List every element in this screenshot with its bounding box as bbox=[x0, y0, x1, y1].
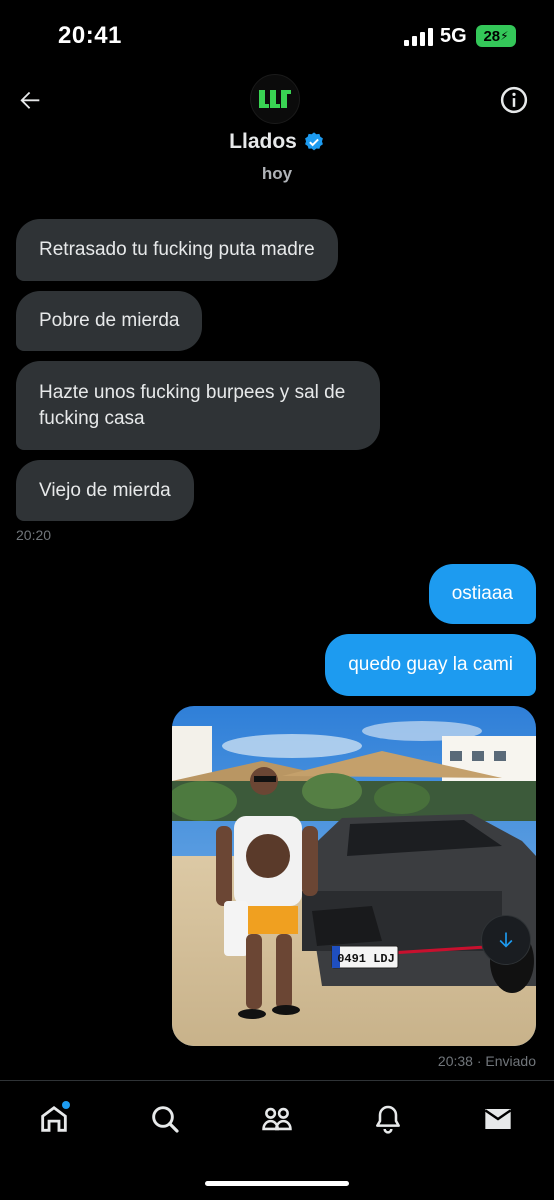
signal-icon bbox=[404, 28, 433, 46]
notification-dot bbox=[62, 1101, 70, 1109]
nav-messages[interactable] bbox=[474, 1097, 522, 1141]
info-button[interactable] bbox=[496, 82, 532, 118]
photo-message[interactable]: 0491 LDJ bbox=[172, 706, 536, 1046]
message-incoming[interactable]: Hazte unos fucking burpees y sal de fuck… bbox=[16, 361, 380, 450]
battery-icon: 28 ⚡ bbox=[476, 25, 516, 47]
message-text: quedo guay la cami bbox=[348, 654, 513, 675]
message-outgoing[interactable]: quedo guay la cami bbox=[325, 634, 536, 696]
conversation-header: Llados hoy bbox=[0, 72, 554, 192]
avatar[interactable] bbox=[250, 74, 300, 124]
network-type: 5G bbox=[440, 25, 467, 47]
nav-communities[interactable] bbox=[253, 1097, 301, 1141]
info-icon bbox=[500, 86, 528, 114]
message-text: Pobre de mierda bbox=[39, 310, 180, 331]
status-bar: 20:41 5G 28 ⚡ bbox=[0, 0, 554, 72]
logo-icon bbox=[259, 90, 291, 108]
arrow-left-icon bbox=[20, 91, 40, 109]
mail-icon bbox=[484, 1109, 512, 1129]
photo-image: 0491 LDJ bbox=[172, 706, 536, 1046]
message-status: 20:38 · Enviado bbox=[437, 1053, 536, 1069]
bell-icon bbox=[376, 1105, 400, 1134]
message-text: ostiaaa bbox=[451, 583, 513, 604]
arrow-down-icon bbox=[499, 932, 513, 948]
contact-name-row: Llados bbox=[0, 130, 554, 154]
message-text: Retrasado tu fucking puta madre bbox=[39, 239, 315, 260]
message-outgoing[interactable]: ostiaaa bbox=[428, 564, 536, 624]
message-incoming[interactable]: Retrasado tu fucking puta madre bbox=[16, 219, 338, 281]
status-time: 20:41 bbox=[58, 22, 122, 49]
verified-badge-icon bbox=[304, 132, 323, 151]
message-text: Viejo de mierda bbox=[39, 479, 171, 501]
scroll-to-bottom-button[interactable] bbox=[481, 915, 531, 965]
contact-name: Llados bbox=[229, 130, 297, 153]
battery-level: 28 bbox=[483, 27, 501, 45]
nav-notifications[interactable] bbox=[364, 1097, 412, 1141]
search-icon bbox=[152, 1106, 179, 1133]
back-button[interactable] bbox=[12, 82, 48, 118]
home-indicator bbox=[205, 1181, 349, 1186]
communities-icon bbox=[262, 1107, 292, 1131]
license-plate: 0491 LDJ bbox=[337, 952, 395, 966]
nav-search[interactable] bbox=[141, 1097, 189, 1141]
nav-home[interactable] bbox=[30, 1097, 78, 1141]
message-incoming[interactable]: Viejo de mierda bbox=[16, 460, 194, 521]
message-incoming[interactable]: Pobre de mierda bbox=[16, 291, 203, 351]
message-timestamp: 20:20 bbox=[16, 527, 52, 543]
date-separator: hoy bbox=[261, 164, 293, 183]
message-text: Hazte unos fucking burpees y sal de fuck… bbox=[39, 381, 346, 429]
